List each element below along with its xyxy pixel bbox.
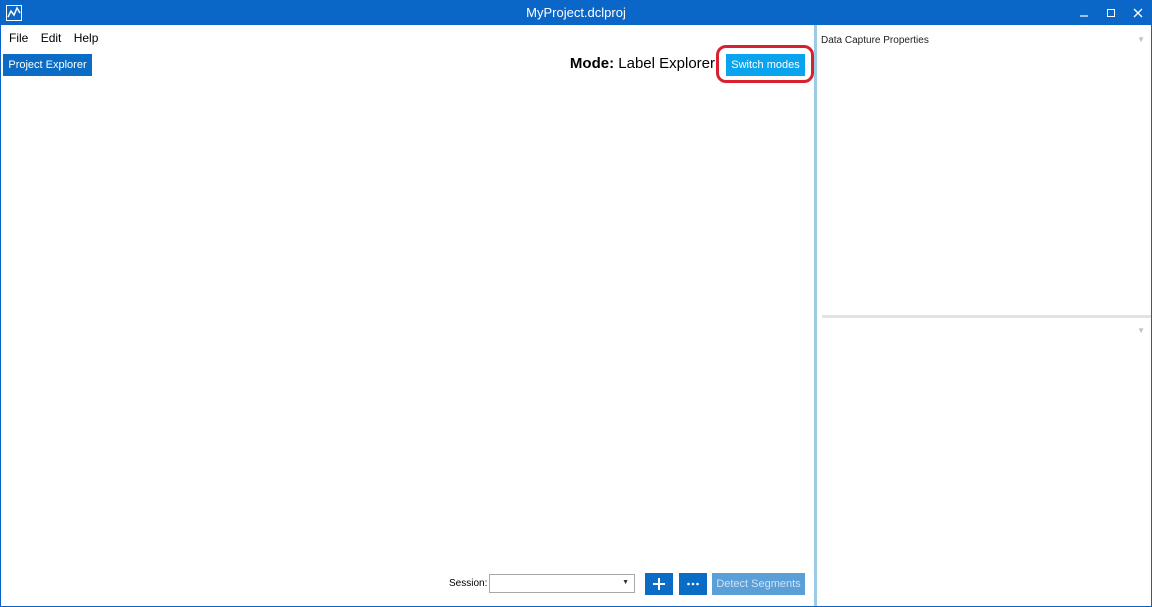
add-session-button[interactable] — [645, 573, 673, 595]
session-label: Session: — [449, 578, 488, 589]
minimize-icon[interactable] — [1071, 1, 1097, 25]
mode-prefix: Mode: — [569, 55, 615, 72]
properties-panel: Data Capture Properties ▼ ▼ — [817, 25, 1151, 606]
maximize-icon[interactable] — [1098, 1, 1124, 25]
properties-title: Data Capture Properties — [821, 35, 929, 46]
more-options-button[interactable] — [679, 573, 707, 595]
highlight-annotation — [716, 45, 814, 83]
chevron-down-icon[interactable]: ▼ — [1137, 35, 1145, 44]
mode-value: Label Explorer — [618, 55, 715, 72]
horizontal-splitter[interactable] — [822, 315, 1151, 318]
detect-segments-button[interactable]: Detect Segments — [712, 573, 805, 595]
ellipsis-icon — [687, 582, 699, 586]
app-window: MyProject.dclproj File Edit Help Project… — [0, 0, 1152, 607]
menu-file[interactable]: File — [9, 31, 28, 45]
menu-bar: File Edit Help — [9, 31, 107, 45]
menu-edit[interactable]: Edit — [41, 31, 62, 45]
dropdown-arrow-icon: ▼ — [622, 579, 629, 586]
window-title: MyProject.dclproj — [526, 5, 626, 20]
close-icon[interactable] — [1125, 1, 1151, 25]
menu-help[interactable]: Help — [74, 31, 99, 45]
mode-label: Mode: Label Explorer — [570, 55, 715, 72]
session-dropdown[interactable]: ▼ — [489, 574, 635, 593]
plus-icon — [653, 578, 665, 590]
project-explorer-button[interactable]: Project Explorer — [3, 54, 92, 76]
title-bar[interactable]: MyProject.dclproj — [1, 1, 1151, 25]
chevron-down-icon-2[interactable]: ▼ — [1137, 326, 1145, 335]
